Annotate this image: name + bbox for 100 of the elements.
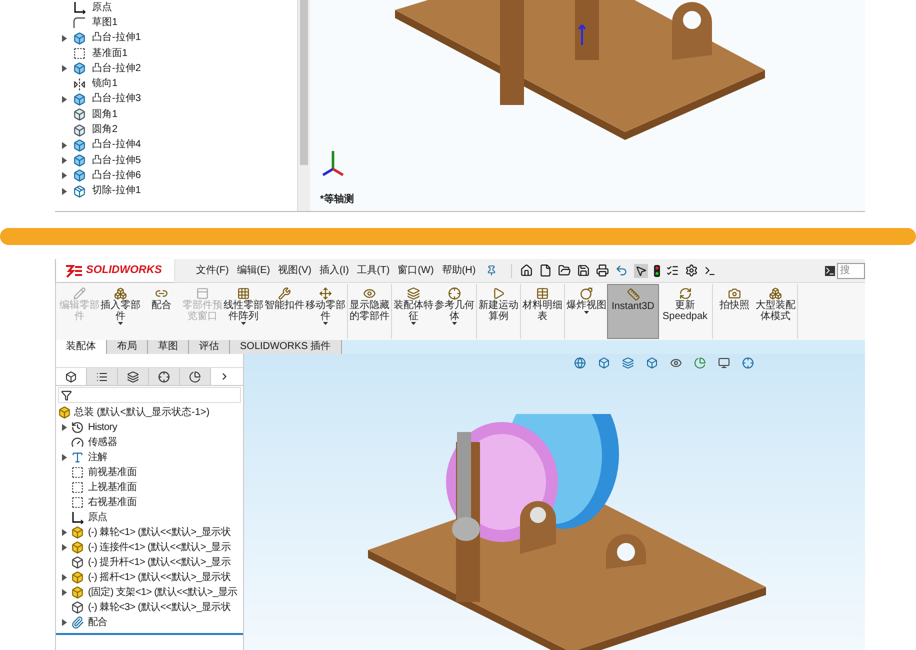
tree-item[interactable]: 右视基准面 (56, 495, 243, 510)
undo-icon[interactable] (614, 264, 628, 277)
ribbon-button[interactable]: 爆炸视图 (566, 284, 607, 339)
expand-arrow-icon[interactable] (62, 454, 67, 461)
open-folder-icon[interactable] (558, 264, 571, 277)
part-icon (71, 571, 84, 584)
tree-item[interactable]: 配合 (56, 615, 243, 630)
expand-arrow-icon[interactable] (62, 589, 67, 596)
cube-icon (73, 138, 86, 152)
view-cube-icon[interactable] (598, 357, 610, 369)
tree-item[interactable]: 总装 (默认<默认_显示状态-1>) (56, 405, 243, 420)
list-icon[interactable] (666, 264, 679, 277)
logo-mark-icon (64, 264, 84, 278)
ribbon-button[interactable]: 插入零部件 (100, 284, 141, 339)
tree-item[interactable]: 凸台-拉伸4 (55, 138, 297, 153)
caret-icon (584, 311, 589, 314)
tree-item[interactable]: 凸台-拉伸3 (55, 92, 297, 108)
save-icon[interactable] (576, 264, 590, 277)
panel-tab[interactable] (180, 368, 211, 385)
tree-item[interactable]: 圆角2 (55, 122, 297, 138)
history-folder-icon (71, 421, 84, 434)
tree-item[interactable]: 切除-拉伸1 (55, 184, 297, 199)
expand-arrow-icon[interactable] (62, 34, 67, 42)
new-file-icon[interactable] (538, 264, 552, 277)
grid-pattern-icon (237, 287, 250, 300)
scrollbar-thumb[interactable] (300, 0, 308, 165)
expand-arrow-icon[interactable] (62, 188, 67, 195)
ribbon-button[interactable]: 大型装配体模式 (755, 284, 796, 339)
tree-item[interactable]: 前视基准面 (56, 465, 243, 480)
tree-item[interactable]: (-) 连接件<1> (默认<<默认>_显示 (56, 540, 243, 555)
tree-item[interactable]: (-) 棘轮<3> (默认<<默认>_显示状 (56, 600, 243, 615)
panel-tab[interactable] (87, 368, 118, 385)
menu-item[interactable]: 工具(T) (354, 263, 392, 278)
pin-icon[interactable] (486, 265, 497, 276)
caret-icon (411, 322, 416, 325)
menu-item[interactable]: 编辑(E) (234, 263, 272, 278)
tree-item[interactable]: 圆角1 (55, 107, 297, 122)
expand-arrow-icon[interactable] (62, 544, 67, 551)
ribbon-button[interactable]: 配合 (141, 284, 182, 339)
ribbon-button[interactable]: 参考几何体 (434, 284, 475, 339)
tree-item[interactable]: 基准面1 (55, 46, 297, 62)
tree-item[interactable]: 凸台-拉伸5 (55, 152, 297, 168)
command-tab[interactable]: 评估 (189, 340, 230, 354)
command-icon[interactable] (704, 264, 716, 276)
panel-tab[interactable] (149, 368, 180, 385)
tree-item[interactable]: 原点 (56, 510, 243, 525)
annotation-icon (71, 451, 84, 464)
ribbon-button[interactable]: 拍快照 (714, 284, 755, 339)
tree-item[interactable]: 凸台-拉伸6 (55, 168, 297, 184)
expand-arrow-icon[interactable] (62, 65, 67, 72)
expand-arrow-icon[interactable] (62, 142, 67, 149)
menu-item[interactable]: 文件(F) (194, 263, 231, 278)
print-icon[interactable] (596, 264, 609, 277)
tree-item[interactable]: (固定) 支架<1> (默认<<默认>_显示 (56, 585, 243, 600)
tree-item[interactable]: (-) 提升杆<1> (默认<<默认>_显示 (56, 555, 243, 570)
expand-arrow-icon[interactable] (62, 424, 67, 431)
monitor-icon[interactable] (718, 357, 730, 369)
tree-item[interactable]: (-) 摇杆<1> (默认<<默认>_显示状 (56, 570, 243, 585)
tree-item[interactable]: 凸台-拉伸2 (55, 61, 297, 76)
ribbon-button[interactable]: 移动零部件 (305, 284, 346, 339)
search-field[interactable]: 搜 (837, 262, 865, 278)
command-tab[interactable]: 布局 (107, 340, 148, 354)
expand-arrow-icon[interactable] (62, 96, 67, 103)
ribbon-button[interactable]: 线性零部件阵列 (223, 284, 264, 339)
ribbon-button[interactable]: 更新 Speedpak (659, 284, 711, 339)
ribbon-button[interactable]: 材料明细表 (522, 284, 563, 339)
ribbon-button[interactable]: Instant3D (607, 284, 659, 339)
menu-item[interactable]: 视图(V) (276, 263, 314, 278)
tree-item[interactable]: (-) 棘轮<1> (默认<<默认>_显示状 (56, 525, 243, 540)
expand-arrow-icon[interactable] (62, 529, 67, 536)
ribbon-button[interactable]: 显示隐藏的零部件 (349, 284, 390, 339)
settings-icon[interactable] (684, 264, 698, 277)
menu-item[interactable]: 帮助(H) (440, 263, 478, 278)
cube-icon (73, 154, 86, 168)
command-tab[interactable]: 装配体 (56, 340, 107, 354)
tree-item[interactable]: History (56, 420, 243, 435)
eye-icon[interactable] (670, 357, 682, 369)
expand-arrow-icon[interactable] (62, 574, 67, 581)
home-icon[interactable] (520, 264, 533, 277)
ribbon-button[interactable]: 新建运动算例 (478, 284, 519, 339)
expand-arrow-icon[interactable] (62, 619, 67, 626)
tree-item[interactable]: 原点 (55, 0, 297, 16)
traffic-light-icon[interactable] (654, 264, 660, 276)
ribbon-button[interactable]: 智能扣件 (264, 284, 305, 339)
tree-item[interactable]: 草图1 (55, 15, 297, 31)
tree-item[interactable]: 镜向1 (55, 76, 297, 92)
ribbon-button[interactable]: 装配体特征 (393, 284, 434, 339)
table-icon (536, 287, 549, 300)
command-tab[interactable]: SOLIDWORKS 插件 (230, 340, 342, 354)
sphere-icon[interactable] (574, 357, 586, 369)
tree-item[interactable]: 传感器 (56, 435, 243, 450)
menu-item[interactable]: 插入(I) (317, 263, 351, 278)
command-tab[interactable]: 草图 (148, 340, 189, 354)
tree-item[interactable]: 注解 (56, 450, 243, 465)
panel-tab[interactable] (118, 368, 149, 385)
tree-item[interactable]: 凸台-拉伸1 (55, 30, 297, 46)
menu-item[interactable]: 窗口(W) (396, 263, 436, 278)
tree-item[interactable]: 上视基准面 (56, 480, 243, 495)
scrollbar[interactable] (297, 0, 310, 211)
select-pointer-icon[interactable] (634, 264, 648, 278)
